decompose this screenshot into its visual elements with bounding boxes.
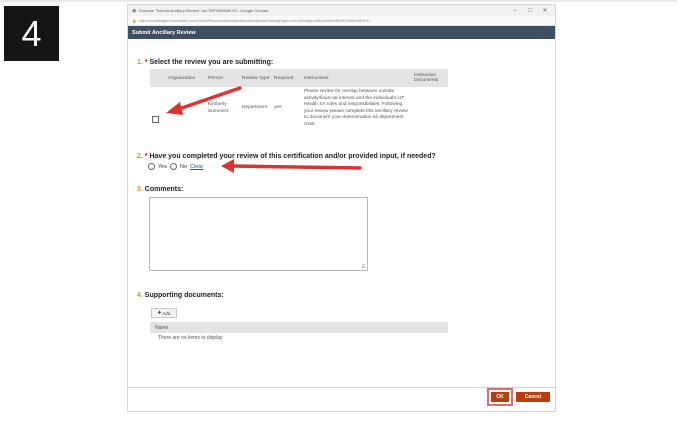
review-select-checkbox[interactable] — [152, 116, 159, 124]
column-header: Instruction Documents — [412, 69, 448, 87]
question-label: Select the review you are submitting: — [149, 59, 274, 66]
required-mark: * — [144, 59, 148, 66]
question-label: Have you completed your review of this c… — [149, 153, 436, 160]
cancel-button[interactable]: Cancel — [516, 392, 550, 402]
column-header: Person — [206, 69, 240, 87]
maximize-button[interactable]: □ — [524, 8, 536, 14]
question-number: 1. — [137, 59, 143, 66]
url-text: https://hsceliwaged.huronclick.com/COI/s… — [139, 18, 372, 23]
column-header: Instructions — [302, 69, 412, 87]
select-column-header — [150, 69, 166, 87]
documents-empty-message: There are no items to display — [158, 335, 223, 341]
name-column-header[interactable]: Name — [155, 325, 168, 331]
lock-icon: 🔒 — [132, 18, 137, 23]
no-label[interactable]: No — [180, 164, 187, 170]
clear-link[interactable]: Clear — [190, 164, 203, 170]
review-table: Organization Person Review Type Required… — [150, 69, 448, 130]
question-number: 2. — [137, 153, 143, 160]
question-number: 4. — [137, 292, 143, 299]
step-number-badge: 4 — [4, 6, 59, 61]
yes-label[interactable]: Yes — [158, 164, 167, 170]
add-label: Add — [162, 310, 171, 316]
row-select-cell — [150, 87, 166, 130]
top-border — [0, 0, 677, 2]
window-title: Execute "Submit Ancillary Review" on CRP… — [139, 8, 269, 13]
column-header: Organization — [166, 69, 206, 87]
completion-radio-group: Yes No Clear — [148, 163, 203, 170]
panel-header: Submit Ancillary Review — [128, 26, 555, 39]
question-2-title: 2. * Have you completed your review of t… — [137, 153, 436, 160]
instructions-cell: Please review for overlap between outsid… — [304, 89, 408, 127]
browser-window: ◉ Execute "Submit Ancillary Review" on C… — [127, 4, 556, 412]
add-document-button[interactable]: ✚ Add — [151, 308, 177, 318]
table-header-row: Organization Person Review Type Required… — [150, 69, 448, 87]
table-row: Kimberly Summers Department yes Please r… — [150, 87, 448, 130]
question-1-title: 1. * Select the review you are submittin… — [137, 59, 273, 66]
documents-table-header: Name — [150, 322, 448, 333]
organization-cell — [166, 87, 206, 130]
question-label: Supporting documents: — [144, 292, 224, 299]
no-radio[interactable] — [169, 163, 177, 170]
yes-radio[interactable] — [148, 163, 155, 170]
chrome-icon: ◉ — [132, 7, 137, 14]
required-cell: yes — [274, 105, 282, 111]
resize-handle-icon[interactable]: ⋿ — [362, 264, 366, 270]
column-header: Review Type — [240, 69, 272, 87]
minimize-button[interactable]: – — [509, 8, 521, 14]
ok-button[interactable]: OK — [487, 388, 513, 406]
comments-textarea[interactable]: ⋿ — [149, 197, 368, 271]
footer-divider — [128, 387, 555, 388]
required-mark: * — [144, 153, 148, 160]
question-label: Comments: — [144, 186, 184, 193]
person-cell: Kimberly Summers — [208, 102, 229, 114]
column-header: Required — [272, 69, 302, 87]
plus-icon: ✚ — [157, 310, 162, 315]
address-bar[interactable]: 🔒 https://hsceliwaged.huronclick.com/COI… — [128, 16, 555, 26]
browser-title-bar: ◉ Execute "Submit Ancillary Review" on C… — [128, 5, 555, 16]
question-3-title: 3. Comments: — [137, 186, 183, 193]
question-number: 3. — [137, 186, 143, 193]
instruction-documents-cell — [412, 87, 448, 130]
question-4-title: 4. Supporting documents: — [137, 292, 224, 299]
close-button[interactable]: ✕ — [539, 7, 551, 14]
review-type-cell: Department — [242, 105, 268, 111]
